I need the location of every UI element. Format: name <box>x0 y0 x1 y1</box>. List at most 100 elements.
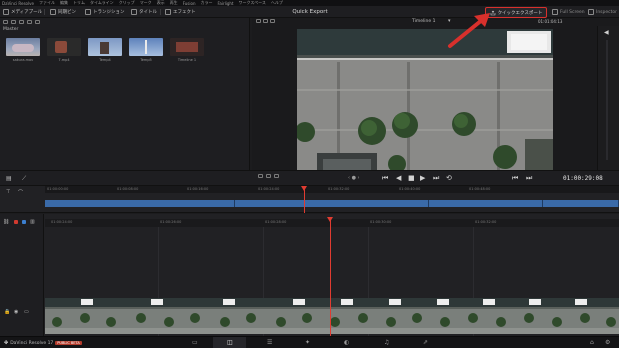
position-lock-icon[interactable] <box>22 220 26 224</box>
fairlight-page-icon[interactable]: ♫ <box>384 340 389 346</box>
clip-thumbnail <box>47 38 81 56</box>
lower-playhead[interactable] <box>330 219 331 336</box>
timeline-clip[interactable] <box>45 200 235 207</box>
snap-icon[interactable] <box>14 220 18 224</box>
media-pool-toggle[interactable]: メディアプール <box>3 8 42 16</box>
track-monitor-icon[interactable]: ▭ <box>24 309 29 315</box>
speaker-icon[interactable]: ◀ <box>604 29 609 36</box>
menu-item[interactable]: Fusion <box>183 1 196 6</box>
enable-track-icon[interactable]: ◉ <box>14 309 18 315</box>
stop-button[interactable]: ■ <box>408 175 415 182</box>
color-page-icon[interactable]: ◐ <box>344 340 349 346</box>
full-screen-icon <box>552 9 558 15</box>
ruler-label: 01:00:08:00 <box>117 187 139 191</box>
upper-ruler[interactable]: 01:00:00:00 01:00:08:00 01:00:16:00 01:0… <box>45 186 619 193</box>
next-edit-button[interactable]: ⏭ <box>526 175 532 182</box>
track-toggle-icon[interactable]: ⌒ <box>18 189 23 196</box>
page-title: Quick Export <box>292 9 328 15</box>
menu-item[interactable]: Fairlight <box>217 1 233 6</box>
jog-control[interactable]: ‹ ● › <box>348 175 360 181</box>
media-clip[interactable]: Timeline 1 <box>170 38 204 64</box>
grid-view-icon[interactable] <box>19 20 24 24</box>
video-clip-filmstrip[interactable] <box>45 298 619 334</box>
app-brand: ✤ DaVinci Resolve 17 PUBLIC BETA <box>4 340 82 346</box>
ruler-label: 01:00:32:00 <box>475 220 497 224</box>
media-pool-tools <box>0 18 250 26</box>
upper-playhead-marker[interactable] <box>301 186 307 191</box>
trim-tool-icon[interactable] <box>266 174 271 178</box>
effects-toggle[interactable]: エフェクト <box>165 8 196 16</box>
media-clip[interactable]: Temp5 <box>129 38 163 64</box>
inspector-icon <box>588 9 594 15</box>
track-settings-icon[interactable]: ⊤ <box>6 189 10 195</box>
sync-bin-toggle[interactable]: 同期ビン <box>50 8 76 16</box>
media-page-icon[interactable]: ▭ <box>192 340 198 346</box>
menu-item[interactable]: DaVinci Resolve <box>2 1 34 6</box>
timeline-view-icon[interactable]: ▤ <box>6 175 12 182</box>
import-icon[interactable] <box>11 20 16 24</box>
clip-name: Timeline 1 <box>177 58 197 62</box>
sync-bin-icon <box>50 9 56 15</box>
ruler-label: 01:00:16:00 <box>187 187 209 191</box>
go-to-start-button[interactable]: ⏮ <box>382 175 388 182</box>
deliver-page-icon[interactable]: ⇗ <box>423 340 428 346</box>
timeline-clip[interactable] <box>429 200 543 207</box>
lower-playhead-marker[interactable] <box>327 217 333 222</box>
loop-button[interactable]: ⟲ <box>446 175 452 182</box>
bin-list-icon[interactable] <box>3 20 8 24</box>
timeline-clip[interactable] <box>235 200 429 207</box>
fusion-page-icon[interactable]: ✦ <box>305 340 310 346</box>
divider <box>160 9 161 15</box>
media-clip[interactable]: 7.mp4 <box>47 38 81 64</box>
lock-track-icon[interactable]: 🔒 <box>4 309 10 315</box>
lower-timeline: ⛓ ▥ 🔒 ◉ ▭ 01:00:24:00 01:00:26:00 01:00:… <box>0 214 619 337</box>
list-view-icon[interactable] <box>27 20 32 24</box>
timeline-selector[interactable]: Timeline 1 <box>412 19 435 24</box>
viewer-panel: Timeline 1 ▾ 01:01:04:13 ◀ <box>252 18 619 172</box>
previous-edit-button[interactable]: ⏮ <box>512 175 518 182</box>
ruler-label: 01:00:32:00 <box>328 187 350 191</box>
media-pool-panel: Master sakura.mov 7.mp4 Temp4 Temp5 Time… <box>0 18 250 170</box>
video-frame <box>297 29 553 172</box>
search-icon[interactable] <box>35 20 40 24</box>
go-to-end-button[interactable]: ⏭ <box>433 175 439 182</box>
cut-page-icon[interactable]: ◫ <box>227 340 233 346</box>
timeline-clip[interactable] <box>543 200 619 207</box>
ruler-label: 01:00:48:00 <box>469 187 491 191</box>
aerial-footage <box>297 29 553 172</box>
edit-tools <box>258 174 279 178</box>
filmstrip-frames <box>45 298 619 334</box>
media-clip[interactable]: sakura.mov <box>6 38 40 64</box>
full-screen-button[interactable]: Full Screen <box>552 8 585 16</box>
media-clip[interactable]: Temp4 <box>88 38 122 64</box>
inspector-button[interactable]: Inspector <box>588 8 617 16</box>
ruler-label: 01:00:30:00 <box>370 220 392 224</box>
viewer-layout-icon[interactable] <box>270 19 275 23</box>
upper-video-track <box>45 200 619 207</box>
bin-name: Master <box>3 27 19 32</box>
clip-thumbnail <box>170 38 204 56</box>
media-pool-label: メディアプール <box>11 10 43 15</box>
dual-viewer-icon[interactable] <box>263 19 268 23</box>
select-tool-icon[interactable] <box>258 174 263 178</box>
effects-icon <box>165 9 171 15</box>
clip-name: Temp5 <box>140 58 152 62</box>
transitions-toggle[interactable]: トランジション <box>85 8 125 16</box>
ruler-label: 01:00:24:00 <box>258 187 280 191</box>
home-icon[interactable]: ⌂ <box>590 340 594 346</box>
blade-icon[interactable]: ⟋ <box>22 175 26 183</box>
play-reverse-button[interactable]: ◀ <box>396 175 401 182</box>
single-viewer-icon[interactable] <box>256 19 261 23</box>
play-button[interactable]: ▶ <box>420 175 425 182</box>
toolbar: メディアプール 同期ビン トランジション タイトル エフェクト Quick Ex… <box>0 6 619 18</box>
titles-toggle[interactable]: タイトル <box>131 8 157 16</box>
ruler-label: 01:00:28:00 <box>265 220 287 224</box>
divider <box>44 9 45 15</box>
track-height-icon[interactable]: ▥ <box>30 219 35 225</box>
razor-tool-icon[interactable] <box>274 174 279 178</box>
link-icon[interactable]: ⛓ <box>3 219 9 225</box>
settings-gear-icon[interactable]: ⚙ <box>605 340 610 346</box>
edit-page-icon[interactable]: ☰ <box>267 340 272 346</box>
ruler-label: 01:00:00:00 <box>47 187 69 191</box>
media-pool-icon <box>3 9 9 15</box>
